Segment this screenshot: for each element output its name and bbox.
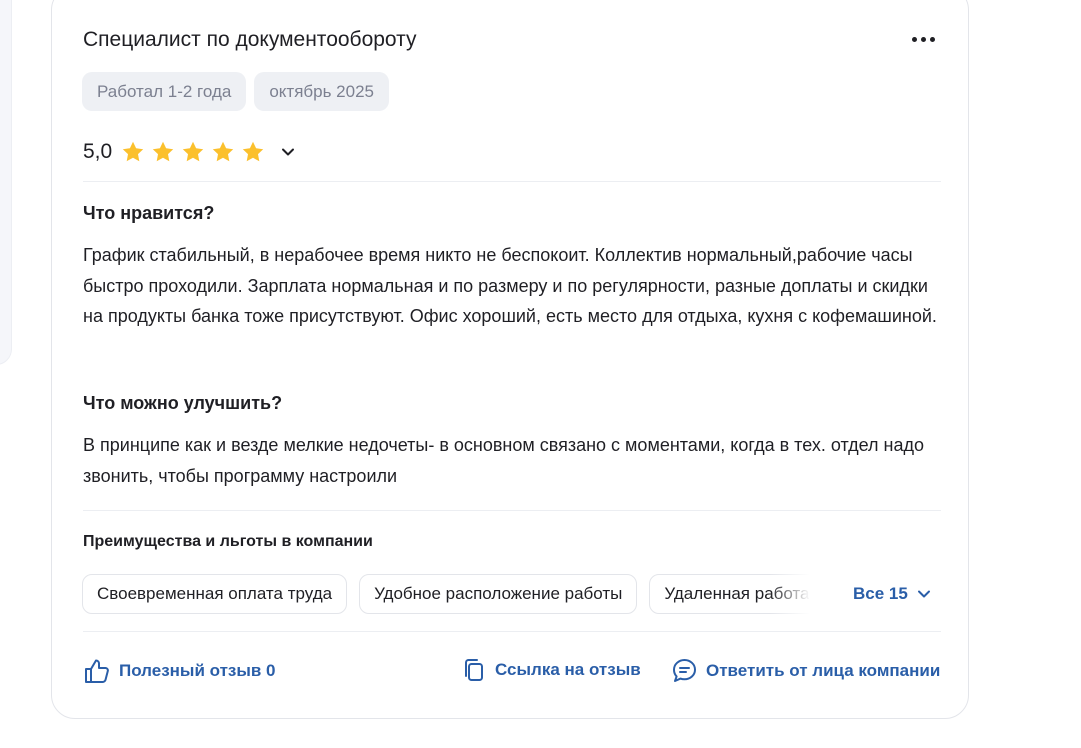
show-all-benefits-button[interactable]: Все 15 [853, 584, 932, 604]
star-icon [123, 141, 144, 162]
review-tags: Работал 1-2 года октябрь 2025 [82, 72, 389, 111]
star-icon [243, 141, 264, 162]
show-all-label: Все 15 [853, 584, 908, 603]
review-link-button[interactable]: Ссылка на отзыв [461, 657, 641, 683]
cons-heading: Что можно улучшить? [83, 393, 283, 413]
chevron-down-icon [917, 590, 930, 598]
divider [83, 631, 941, 632]
review-link-label: Ссылка на отзыв [495, 660, 641, 679]
chat-bubble-icon [673, 659, 696, 682]
review-title: Специалист по документообороту [83, 28, 417, 51]
reply-as-company-label: Ответить от лица компании [706, 660, 941, 680]
star-icon [183, 141, 204, 162]
reply-as-company-button[interactable]: Ответить от лица компании [671, 657, 940, 684]
copy-link-icon [465, 659, 483, 681]
divider [83, 181, 941, 182]
more-horizontal-icon [911, 36, 917, 42]
cons-text: В принципе как и везде мелкие недочеты- … [83, 435, 924, 486]
star-icon [213, 141, 234, 162]
divider [83, 510, 941, 511]
chips-fade [770, 574, 810, 614]
benefit-chip[interactable]: Удобное расположение работы [359, 574, 638, 614]
thumbs-up-icon [85, 659, 109, 683]
benefit-chip[interactable]: Своевременная оплата труда [82, 574, 348, 614]
side-panel [0, 0, 12, 365]
star-icon [153, 141, 174, 162]
benefit-chips: Своевременная оплата труда Удобное распо… [82, 574, 809, 614]
rating-value: 5,0 [83, 140, 113, 163]
benefits-heading: Преимущества и льготы в компании [83, 533, 373, 550]
pros-heading: Что нравится? [83, 203, 215, 223]
tag-work-duration: Работал 1-2 года [82, 72, 247, 111]
more-options-button[interactable] [904, 28, 942, 50]
rating: 5,0 [83, 140, 297, 164]
useful-review-label: Полезный отзыв 0 [119, 661, 276, 680]
tag-review-date: октябрь 2025 [254, 72, 389, 111]
chevron-down-icon[interactable] [279, 143, 297, 161]
pros-text: График стабильный, в нерабочее время ник… [83, 245, 937, 326]
useful-review-button[interactable]: Полезный отзыв 0 [83, 657, 276, 685]
rating-stars [121, 140, 265, 164]
